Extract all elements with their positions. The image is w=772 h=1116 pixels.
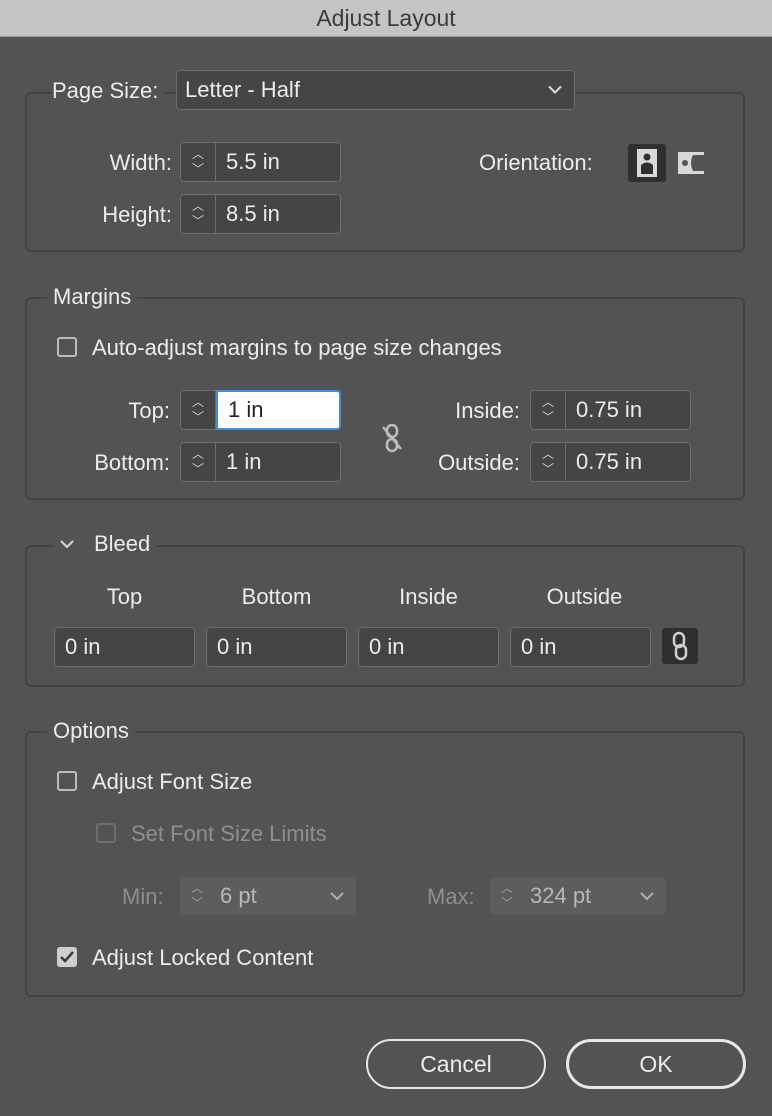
margin-outside-field[interactable]: ︿ ﹀ 0.75 in [530, 442, 691, 482]
margin-link-button[interactable] [378, 420, 406, 456]
broken-link-icon [382, 423, 402, 453]
cancel-button[interactable]: Cancel [366, 1039, 546, 1089]
bleed-legend: Bleed [94, 531, 151, 556]
portrait-orientation-icon [637, 149, 657, 177]
margin-top-value[interactable]: 1 in [216, 390, 341, 430]
max-label: Max: [427, 884, 475, 909]
orientation-label: Orientation: [479, 150, 593, 175]
spinner-arrows-icon[interactable]: ︿ ﹀ [181, 443, 216, 481]
adjust-locked-content-checkbox[interactable] [57, 947, 77, 967]
adjust-font-size-checkbox[interactable] [57, 771, 77, 791]
width-value: 5.5 in [226, 149, 280, 174]
min-font-size-field[interactable]: ︿ ﹀ 6 pt [180, 877, 356, 915]
width-field[interactable]: ︿ ﹀ 5.5 in [180, 142, 341, 182]
bleed-outside-header: Outside [546, 584, 623, 609]
margin-inside-field[interactable]: ︿ ﹀ 0.75 in [530, 390, 691, 430]
dialog-titlebar: Adjust Layout [0, 0, 772, 37]
margins-legend: Margins [47, 284, 138, 310]
margin-inside-value: 0.75 in [576, 397, 643, 422]
height-label: Height: [102, 202, 172, 227]
options-legend: Options [47, 718, 135, 744]
bleed-bottom-field[interactable]: 0 in [206, 627, 347, 667]
margin-top-label: Top: [128, 398, 170, 423]
bleed-inside-header: Inside [399, 584, 458, 609]
width-label: Width: [109, 150, 172, 175]
margin-outside-value: 0.75 in [576, 449, 643, 474]
margin-bottom-value: 1 in [226, 449, 262, 474]
bleed-link-button[interactable] [662, 628, 698, 664]
dialog-title: Adjust Layout [316, 4, 456, 31]
landscape-orientation-button[interactable] [676, 147, 706, 179]
bleed-top-header: Top [106, 584, 143, 609]
landscape-orientation-icon [678, 152, 704, 174]
page-size-value: Letter - Half [185, 77, 300, 102]
spinner-arrows-icon[interactable]: ︿ ﹀ [180, 881, 214, 911]
min-font-size-value: 6 pt [220, 883, 257, 908]
chevron-down-icon[interactable] [330, 891, 344, 901]
auto-adjust-label[interactable]: Auto-adjust margins to page size changes [92, 335, 502, 361]
page-size-dropdown[interactable]: Letter - Half [176, 70, 575, 110]
margin-outside-label: Outside: [438, 450, 520, 475]
chevron-down-icon [548, 85, 562, 94]
adjust-font-size-label[interactable]: Adjust Font Size [92, 769, 252, 795]
bleed-bottom-header: Bottom [241, 584, 312, 609]
auto-adjust-checkbox[interactable] [57, 337, 77, 357]
spinner-arrows-icon[interactable]: ︿ ﹀ [181, 391, 216, 429]
bleed-header[interactable]: Bleed [54, 531, 157, 557]
spinner-arrows-icon[interactable]: ︿ ﹀ [490, 881, 524, 911]
set-font-size-limits-label[interactable]: Set Font Size Limits [131, 821, 327, 847]
bleed-inside-field[interactable]: 0 in [358, 627, 499, 667]
margin-top-field[interactable]: ︿ ﹀ 1 in [180, 390, 341, 430]
checkmark-icon [60, 951, 74, 963]
spinner-arrows-icon[interactable]: ︿ ﹀ [181, 143, 216, 181]
height-field[interactable]: ︿ ﹀ 8.5 in [180, 194, 341, 234]
margin-inside-label: Inside: [455, 398, 520, 423]
spinner-arrows-icon[interactable]: ︿ ﹀ [181, 195, 216, 233]
bleed-outside-field[interactable]: 0 in [510, 627, 651, 667]
chevron-down-icon[interactable] [640, 891, 654, 901]
spinner-arrows-icon[interactable]: ︿ ﹀ [531, 443, 566, 481]
max-font-size-field[interactable]: ︿ ﹀ 324 pt [490, 877, 666, 915]
margin-bottom-field[interactable]: ︿ ﹀ 1 in [180, 442, 341, 482]
bleed-top-field[interactable]: 0 in [54, 627, 195, 667]
ok-button[interactable]: OK [566, 1039, 746, 1089]
adjust-locked-content-label[interactable]: Adjust Locked Content [92, 945, 313, 971]
spinner-arrows-icon[interactable]: ︿ ﹀ [531, 391, 566, 429]
portrait-orientation-button[interactable] [628, 144, 666, 182]
height-value: 8.5 in [226, 201, 280, 226]
max-font-size-value: 324 pt [530, 883, 592, 908]
min-label: Min: [122, 884, 164, 909]
set-font-size-limits-checkbox[interactable] [96, 823, 116, 843]
margin-bottom-label: Bottom: [94, 450, 170, 475]
disclosure-triangle-icon[interactable] [60, 539, 74, 549]
link-icon [672, 631, 688, 661]
page-size-label: Page Size: [52, 78, 165, 104]
